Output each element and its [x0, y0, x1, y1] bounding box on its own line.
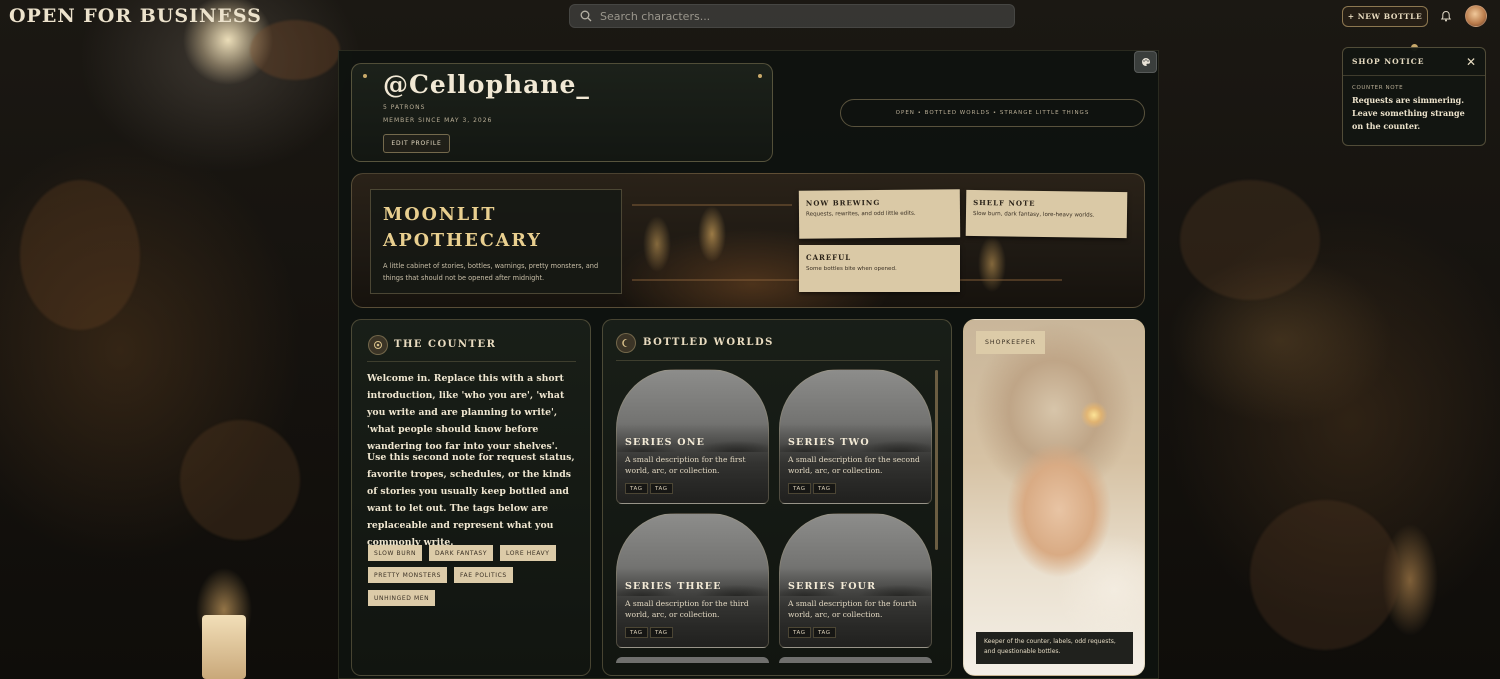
divider — [367, 361, 576, 362]
series-card[interactable]: SERIES THREE A small description for the… — [616, 513, 769, 648]
hero-banner: MOONLIT APOTHECARY A little cabinet of s… — [351, 173, 1145, 308]
profile-card: @Cellophane_ 5 PATRONS MEMBER SINCE MAY … — [351, 63, 773, 162]
note-title: CAREFUL — [806, 253, 852, 262]
series-tag[interactable]: TAG — [650, 483, 673, 494]
banner-title-line: MOONLIT — [383, 205, 497, 225]
close-icon[interactable]: ✕ — [1466, 55, 1476, 69]
user-avatar[interactable] — [1465, 5, 1487, 27]
notice-title: SHOP NOTICE — [1352, 57, 1425, 66]
series-title: SERIES ONE — [625, 437, 706, 448]
note-body: Slow burn, dark fantasy, lore-heavy worl… — [972, 210, 1095, 219]
shopkeeper-label: SHOPKEEPER — [976, 331, 1045, 354]
banner-description: A little cabinet of stories, bottles, wa… — [383, 262, 599, 282]
series-card-peek — [616, 657, 769, 663]
tag-chip[interactable]: SLOW BURN — [368, 545, 423, 561]
foliage-decoration — [1250, 500, 1400, 650]
coin-icon — [374, 341, 382, 349]
tag-chip[interactable]: LORE HEAVY — [500, 545, 556, 561]
series-card-peek — [779, 657, 932, 663]
foliage-decoration — [180, 420, 300, 540]
series-description: A small description for the first world,… — [625, 455, 746, 475]
bottled-worlds-panel: BOTTLED WORLDS SERIES ONE A small descri… — [602, 319, 952, 676]
series-description: A small description for the fourth world… — [788, 599, 917, 619]
series-title: SERIES FOUR — [788, 581, 877, 592]
shopkeeper-portrait: SHOPKEEPER Keeper of the counter, labels… — [963, 319, 1145, 676]
member-since: MEMBER SINCE MAY 3, 2026 — [383, 117, 493, 124]
search-bar[interactable] — [569, 4, 1015, 28]
search-input[interactable] — [600, 9, 980, 23]
counter-second-note: Use this second note for request status,… — [367, 452, 575, 548]
brand-title[interactable]: OPEN FOR BUSINESS — [9, 5, 262, 27]
note-title: NOW BREWING — [805, 197, 881, 208]
series-title: SERIES THREE — [625, 581, 722, 592]
banner-text-box: MOONLIT APOTHECARY A little cabinet of s… — [370, 189, 622, 294]
series-description: A small description for the second world… — [788, 455, 920, 475]
series-tag[interactable]: TAG — [813, 483, 836, 494]
counter-icon — [368, 335, 388, 355]
tag-chip[interactable]: FAE POLITICS — [454, 567, 513, 583]
palette-button[interactable] — [1134, 51, 1157, 73]
banner-title: MOONLIT APOTHECARY — [383, 202, 542, 254]
note-card-careful: CAREFUL Some bottles bite when opened. — [799, 245, 960, 292]
divider — [616, 360, 940, 361]
profile-username: @Cellophane_ — [383, 70, 590, 99]
banner-title-line: APOTHECARY — [383, 231, 542, 251]
notice-header: SHOP NOTICE ✕ — [1343, 48, 1485, 76]
note-body: Some bottles bite when opened. — [806, 266, 897, 272]
notice-body: Requests are simmering. Leave something … — [1352, 95, 1465, 131]
series-card[interactable]: SERIES ONE A small description for the f… — [616, 369, 769, 504]
note-body: Requests, rewrites, and odd little edits… — [805, 210, 916, 218]
moon-icon — [622, 339, 628, 347]
series-card[interactable]: SERIES TWO A small description for the s… — [779, 369, 932, 504]
worlds-icon — [616, 333, 636, 353]
foliage-decoration — [1180, 180, 1320, 300]
new-bottle-button[interactable]: + NEW BOTTLE — [1342, 6, 1428, 27]
shop-notice-popup: SHOP NOTICE ✕ COUNTER NOTE Requests are … — [1342, 47, 1486, 146]
corner-dot — [758, 74, 762, 78]
series-tag[interactable]: TAG — [788, 483, 811, 494]
worlds-scrollbar[interactable] — [935, 370, 938, 550]
counter-intro-text: Welcome in. Replace this with a short in… — [367, 373, 565, 452]
tag-chip[interactable]: DARK FANTASY — [429, 545, 494, 561]
series-tag[interactable]: TAG — [650, 627, 673, 638]
notice-subtitle: COUNTER NOTE — [1352, 85, 1404, 91]
foliage-decoration — [20, 180, 140, 330]
corner-dot — [363, 74, 367, 78]
series-card[interactable]: SERIES FOUR A small description for the … — [779, 513, 932, 648]
series-tag[interactable]: TAG — [625, 627, 648, 638]
worlds-title: BOTTLED WORLDS — [643, 337, 774, 348]
bell-icon[interactable] — [1440, 10, 1452, 22]
candle-glow — [202, 615, 246, 679]
tag-chip[interactable]: UNHINGED MEN — [368, 590, 436, 606]
series-tag[interactable]: TAG — [813, 627, 836, 638]
series-tag[interactable]: TAG — [788, 627, 811, 638]
edit-profile-button[interactable]: EDIT PROFILE — [383, 134, 450, 153]
tag-chip[interactable]: PRETTY MONSTERS — [368, 567, 448, 583]
shopkeeper-caption: Keeper of the counter, labels, odd reque… — [976, 632, 1133, 664]
series-tag[interactable]: TAG — [625, 483, 648, 494]
note-card-now-brewing: NOW BREWING Requests, rewrites, and odd … — [798, 189, 961, 239]
patron-count: 5 PATRONS — [383, 104, 426, 111]
series-description: A small description for the third world,… — [625, 599, 749, 619]
counter-panel: THE COUNTER Welcome in. Replace this wit… — [351, 319, 591, 676]
palette-icon — [1141, 58, 1150, 66]
counter-title: THE COUNTER — [394, 339, 497, 350]
top-bar: OPEN FOR BUSINESS + NEW BOTTLE — [0, 0, 1500, 34]
series-title: SERIES TWO — [788, 437, 870, 448]
profile-tagline: OPEN • BOTTLED WORLDS • STRANGE LITTLE T… — [840, 99, 1145, 127]
note-card-shelf-note: SHELF NOTE Slow burn, dark fantasy, lore… — [965, 189, 1128, 239]
note-title: SHELF NOTE — [973, 197, 1036, 208]
search-icon — [580, 10, 592, 22]
shelf-line — [632, 204, 792, 206]
